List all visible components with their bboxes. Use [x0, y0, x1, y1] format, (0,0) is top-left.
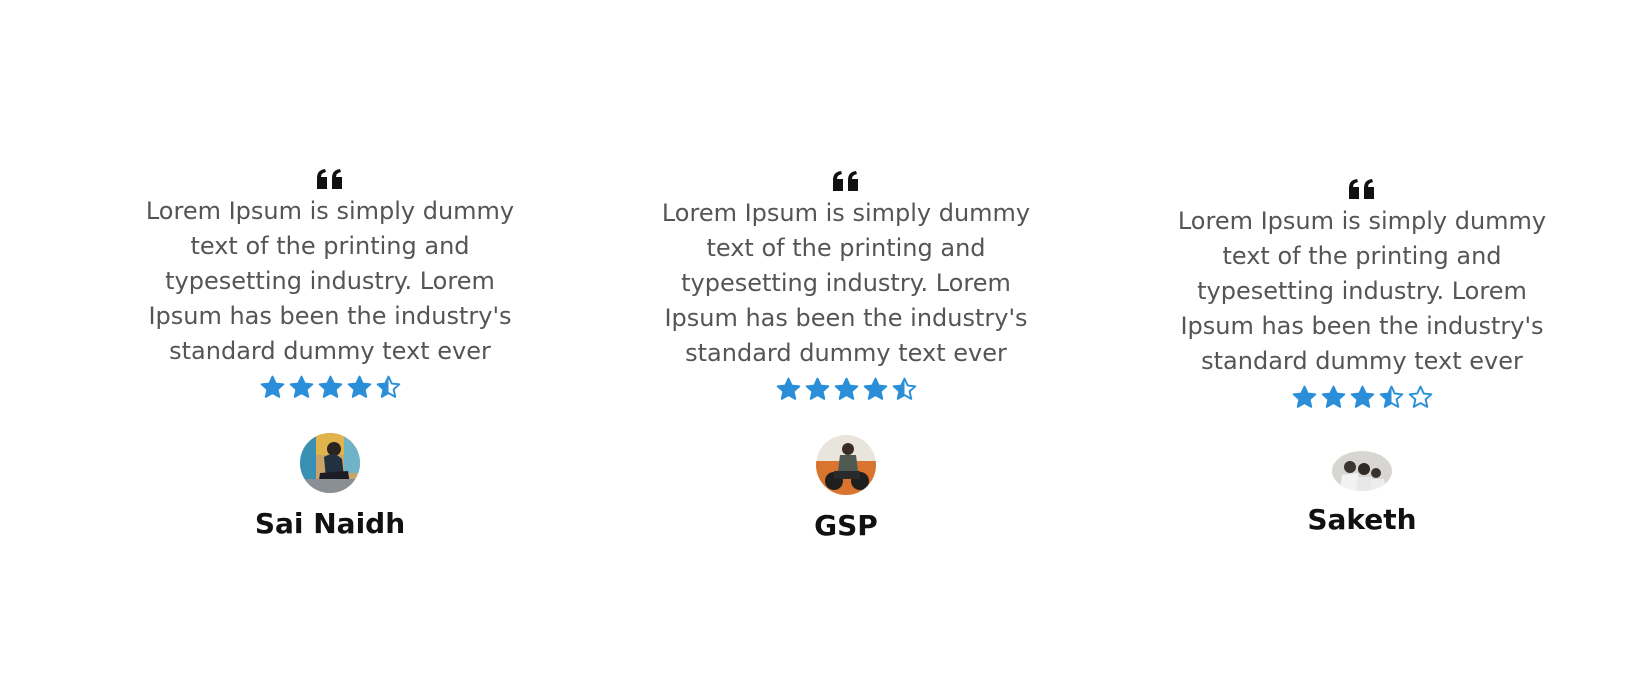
testimonial-card: Lorem Ipsum is simply dummy text of the … [646, 170, 1046, 543]
star-rating [130, 373, 530, 401]
star-full-icon [1350, 385, 1374, 408]
star-rating [1162, 383, 1562, 411]
quote-icon [833, 171, 858, 191]
star-full-icon [834, 377, 858, 400]
avatar-photo-icon [816, 435, 876, 495]
reviewer-name: Saketh [1307, 503, 1417, 536]
star-full-icon [289, 375, 313, 398]
avatar [1332, 451, 1392, 491]
testimonials-section: Lorem Ipsum is simply dummy text of the … [0, 0, 1630, 687]
testimonial-text: Lorem Ipsum is simply dummy text of the … [145, 197, 515, 365]
avatar [300, 433, 360, 493]
quote-icon [1349, 179, 1374, 199]
reviewer-name: Sai Naidh [254, 507, 406, 540]
star-full-icon [1292, 385, 1316, 408]
star-full-icon [347, 375, 371, 398]
testimonial-text: Lorem Ipsum is simply dummy text of the … [1177, 207, 1547, 375]
avatar-photo-icon [1332, 451, 1392, 491]
testimonial-text: Lorem Ipsum is simply dummy text of the … [661, 199, 1031, 367]
avatar [816, 435, 876, 495]
quote-icon [317, 169, 342, 189]
testimonial-card: Lorem Ipsum is simply dummy text of the … [130, 168, 530, 541]
star-rating [646, 375, 1046, 403]
star-full-icon [260, 375, 284, 398]
star-empty-icon [1408, 385, 1432, 408]
star-full-icon [805, 377, 829, 400]
star-full-icon [318, 375, 342, 398]
star-full-icon [776, 377, 800, 400]
star-half-icon [892, 377, 916, 400]
testimonial-card: Lorem Ipsum is simply dummy text of the … [1162, 178, 1562, 537]
avatar-photo-icon [300, 433, 360, 493]
star-full-icon [1321, 385, 1345, 408]
star-half-icon [376, 375, 400, 398]
star-full-icon [863, 377, 887, 400]
reviewer-name: GSP [814, 509, 878, 542]
star-half-icon [1379, 385, 1403, 408]
